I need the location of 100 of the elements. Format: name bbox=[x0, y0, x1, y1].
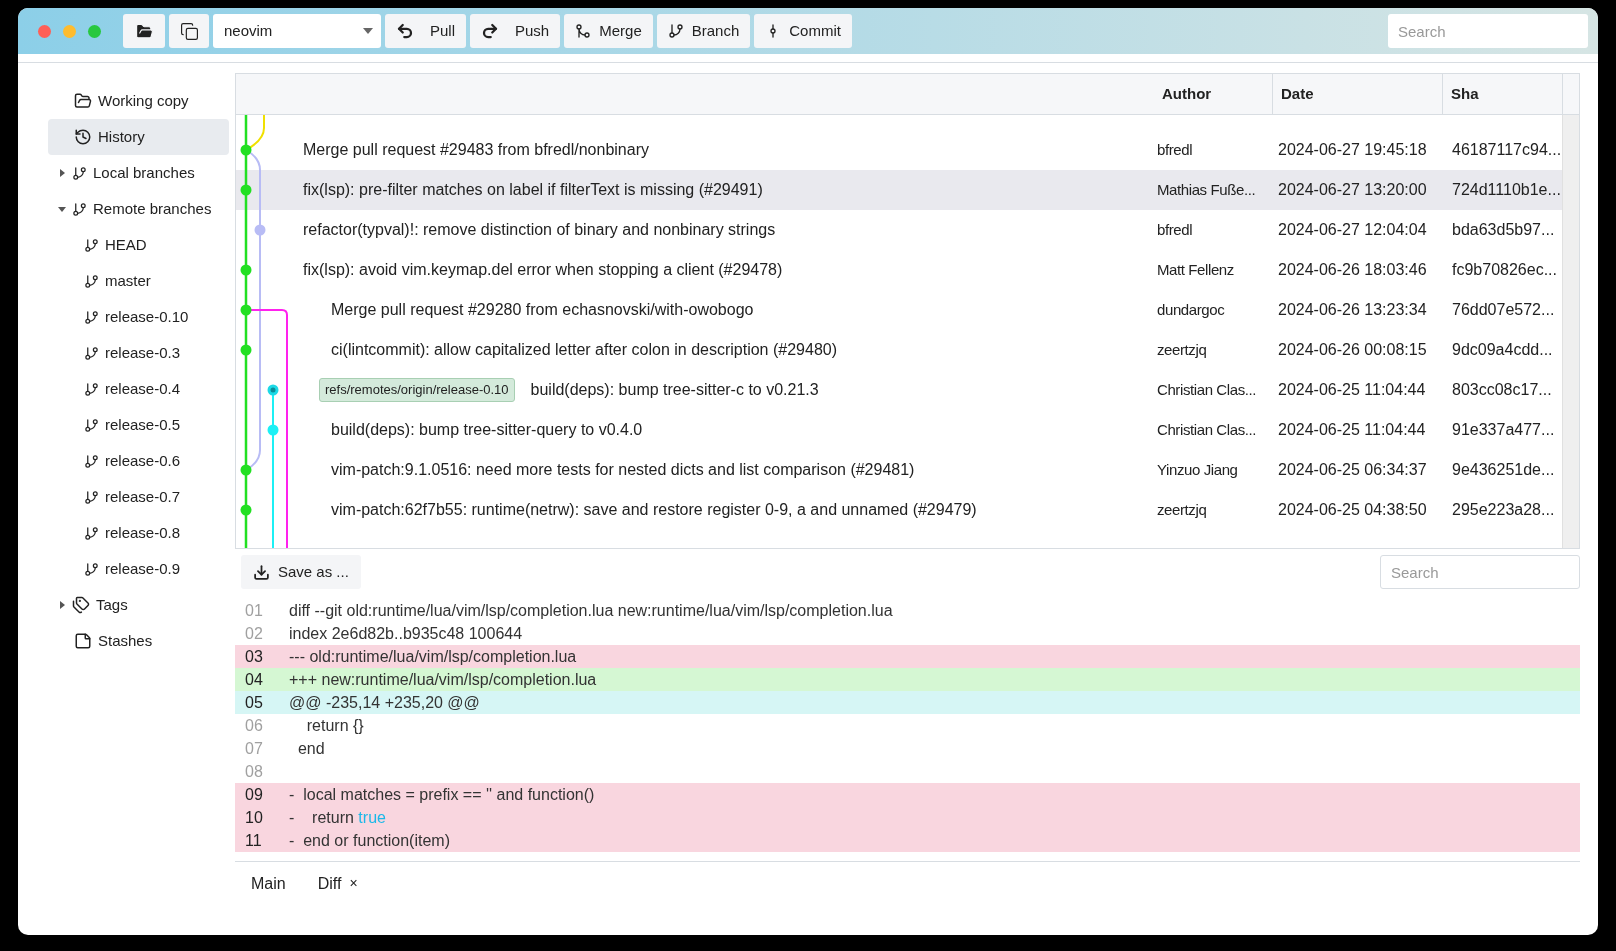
bottom-tab[interactable]: Diff × bbox=[317, 871, 358, 896]
sha-cell-text: 9dc09a4cdd... bbox=[1451, 340, 1554, 360]
sidebar-item[interactable]: release-0.7 bbox=[48, 479, 229, 515]
toolbar-button[interactable]: Merge bbox=[564, 14, 653, 48]
commit-row[interactable]: Merge pull request #29280 from echasnovski/with-owobogo dundargoc 2024-06-26 13:23:34 76dd07e572... bbox=[236, 290, 1562, 330]
diff-text: @@ -235,14 +235,20 @@ bbox=[288, 692, 480, 713]
sidebar-item[interactable]: release-0.9 bbox=[48, 551, 229, 587]
diff-search-field[interactable]: Search bbox=[1380, 555, 1580, 589]
sidebar-item[interactable]: release-0.3 bbox=[48, 335, 229, 371]
toolbar-button[interactable]: Push bbox=[470, 14, 561, 48]
bottom-tab[interactable]: Main bbox=[251, 871, 286, 896]
commit-message: ci(lintcommit): allow capitalized letter after colon in description (#29480) bbox=[331, 340, 837, 360]
branch-icon bbox=[84, 453, 99, 469]
sidebar-label: release-0.3 bbox=[105, 342, 181, 363]
line-number: 03 bbox=[244, 646, 264, 667]
commit-message: fix(lsp): avoid vim.keymap.del error when stopping a client (#29478) bbox=[303, 260, 783, 280]
merge-icon bbox=[575, 23, 592, 39]
diff-text: +++ new:runtime/lua/vim/lsp/completion.lua bbox=[288, 669, 597, 690]
commit-message: build(deps): bump tree-sitter-query to v0.4.0 bbox=[331, 420, 643, 440]
column-header[interactable]: Sha bbox=[1442, 74, 1562, 114]
commit-dot bbox=[240, 304, 252, 316]
commit-row[interactable]: vim-patch:62f7b55: runtime(netrw): save and restore register 0-9, a and unnamed (#29479) zeertzjq 2024-06-25 04:38:50 295e223a28... bbox=[236, 490, 1562, 530]
commit-dot bbox=[240, 184, 252, 196]
date-cell-text: 2024-06-26 00:08:15 bbox=[1277, 340, 1428, 360]
sidebar-item[interactable]: Working copy bbox=[48, 83, 229, 119]
branch-icon bbox=[84, 561, 99, 577]
author-cell-text: zeertzjq bbox=[1156, 339, 1208, 360]
sidebar-label: Working copy bbox=[98, 90, 189, 111]
commit-row[interactable]: Merge pull request #29483 from bfredl/nonbinary bfredl 2024-06-27 19:45:18 46187117c94... bbox=[236, 130, 1562, 170]
search-field[interactable]: Search bbox=[1388, 14, 1588, 48]
undo-arrow-icon bbox=[396, 22, 414, 40]
branch-icon bbox=[84, 525, 99, 541]
commit-row[interactable]: fix(lsp): avoid vim.keymap.del error when stopping a client (#29478) Matt Fellenz 2024-06-26 18:03:46 fc9b70826ec... bbox=[236, 250, 1562, 290]
commit-row[interactable]: fix(lsp): pre-filter matches on label if filterText is missing (#29491) Mathias Fuße... 2024-06-27 13:20:00 724d1110b1e... bbox=[236, 170, 1562, 210]
save-as-button[interactable]: Save as ... bbox=[241, 555, 361, 589]
commit-row[interactable]: build(deps): bump tree-sitter-query to v0.4.0 Christian Clas... 2024-06-25 11:04:44 91e337a477... bbox=[236, 410, 1562, 450]
sidebar-item[interactable]: Remote branches bbox=[48, 191, 229, 227]
commit-row[interactable]: ci(lintcommit): allow capitalized letter after colon in description (#29480) zeertzjq 2024-06-26 00:08:15 9dc09a4cdd... bbox=[236, 330, 1562, 370]
sidebar-label: release-0.7 bbox=[105, 486, 181, 507]
sidebar-item[interactable]: release-0.5 bbox=[48, 407, 229, 443]
toolbar-button[interactable]: Pull bbox=[385, 14, 466, 48]
sidebar-label: release-0.5 bbox=[105, 414, 181, 435]
sidebar-item[interactable]: Stashes bbox=[48, 623, 229, 659]
diff-text: --- old:runtime/lua/vim/lsp/completion.lua bbox=[288, 646, 577, 667]
toolbar-button[interactable]: Commit bbox=[754, 14, 852, 48]
sidebar-item[interactable]: History bbox=[48, 119, 229, 155]
diff-text: return {} bbox=[305, 715, 364, 736]
column-header[interactable]: Author bbox=[1154, 74, 1272, 114]
commit-message: Merge pull request #29280 from echasnovski/with-owobogo bbox=[331, 300, 754, 320]
branch-icon bbox=[72, 201, 87, 217]
branch-icon bbox=[84, 273, 99, 289]
author-cell-text: Mathias Fuße... bbox=[1156, 179, 1257, 200]
expanded-arrow-icon[interactable] bbox=[58, 205, 66, 213]
sha-cell-text: 46187117c94... bbox=[1451, 140, 1562, 160]
collapsed-arrow-icon[interactable] bbox=[58, 601, 66, 609]
date-cell-text: 2024-06-27 19:45:18 bbox=[1277, 140, 1428, 160]
commit-row[interactable]: refactor(typval)!: remove distinction of binary and nonbinary strings bfredl 2024-06-27 12:04:04 bda63d5b97... bbox=[236, 210, 1562, 250]
sidebar-item[interactable]: Local branches bbox=[48, 155, 229, 191]
diff-text: end bbox=[296, 738, 325, 759]
line-number: 07 bbox=[244, 738, 264, 759]
date-cell-text: 2024-06-25 11:04:44 bbox=[1277, 380, 1427, 400]
commit-dot bbox=[267, 384, 279, 396]
commit-dot bbox=[240, 464, 252, 476]
sidebar-item[interactable]: HEAD bbox=[48, 227, 229, 263]
author-cell-text: Matt Fellenz bbox=[1156, 259, 1235, 280]
sidebar-label: Remote branches bbox=[93, 198, 212, 219]
branch-icon bbox=[667, 23, 684, 39]
diff-text: diff --git old:runtime/lua/vim/lsp/completion.lua new:runtime/lua/vim/lsp/completion.lua bbox=[288, 600, 893, 621]
column-header[interactable]: Date bbox=[1272, 74, 1442, 114]
sha-cell-text: 295e223a28... bbox=[1451, 500, 1556, 520]
sidebar-item[interactable]: release-0.4 bbox=[48, 371, 229, 407]
collapsed-arrow-icon[interactable] bbox=[58, 169, 66, 177]
commit-dot bbox=[240, 264, 252, 276]
sidebar-item[interactable]: release-0.8 bbox=[48, 515, 229, 551]
sidebar-label: History bbox=[98, 126, 145, 147]
author-cell-text: Christian Clas... bbox=[1156, 419, 1258, 440]
date-cell-text: 2024-06-27 12:04:04 bbox=[1277, 220, 1428, 240]
close-tab-icon[interactable]: × bbox=[349, 873, 358, 894]
commit-row[interactable]: vim-patch:9.1.0516: need more tests for nested dicts and list comparison (#29481) Yinzuo Jiang 2024-06-25 06:34:37 9e436251de... bbox=[236, 450, 1562, 490]
sidebar-item[interactable]: release-0.10 bbox=[48, 299, 229, 335]
sidebar-item[interactable]: release-0.6 bbox=[48, 443, 229, 479]
sha-cell-text: 724d1110b1e... bbox=[1451, 180, 1562, 200]
toolbar-button[interactable]: Branch bbox=[656, 14, 751, 48]
commit-row[interactable]: refs/remotes/origin/release-0.10 build(deps): bump tree-sitter-c to v0.21.3 Christian Clas... 2024-06-25 11:04:44 803cc08c17... bbox=[236, 370, 1562, 410]
download-icon bbox=[253, 563, 270, 581]
sidebar-label: HEAD bbox=[105, 234, 147, 255]
author-cell-text: bfredl bbox=[1156, 139, 1194, 160]
sidebar-label: release-0.6 bbox=[105, 450, 181, 471]
scrollbar[interactable] bbox=[1562, 115, 1579, 548]
sha-cell-text: 91e337a477... bbox=[1451, 420, 1556, 440]
diff-text: - local matches = prefix == '' and function() bbox=[288, 784, 595, 805]
diff-text: - return true bbox=[288, 807, 386, 828]
sidebar-item[interactable]: Tags bbox=[48, 587, 229, 623]
copy-button[interactable] bbox=[169, 14, 209, 48]
sidebar-item[interactable]: master bbox=[48, 263, 229, 299]
commit-message: vim-patch:9.1.0516: need more tests for nested dicts and list comparison (#29481) bbox=[331, 460, 915, 480]
repository-dropdown[interactable]: neovim bbox=[213, 14, 381, 48]
commit-dot bbox=[267, 424, 279, 436]
open-folder-button[interactable] bbox=[123, 14, 165, 48]
sha-cell-text: 76dd07e572... bbox=[1451, 300, 1556, 320]
